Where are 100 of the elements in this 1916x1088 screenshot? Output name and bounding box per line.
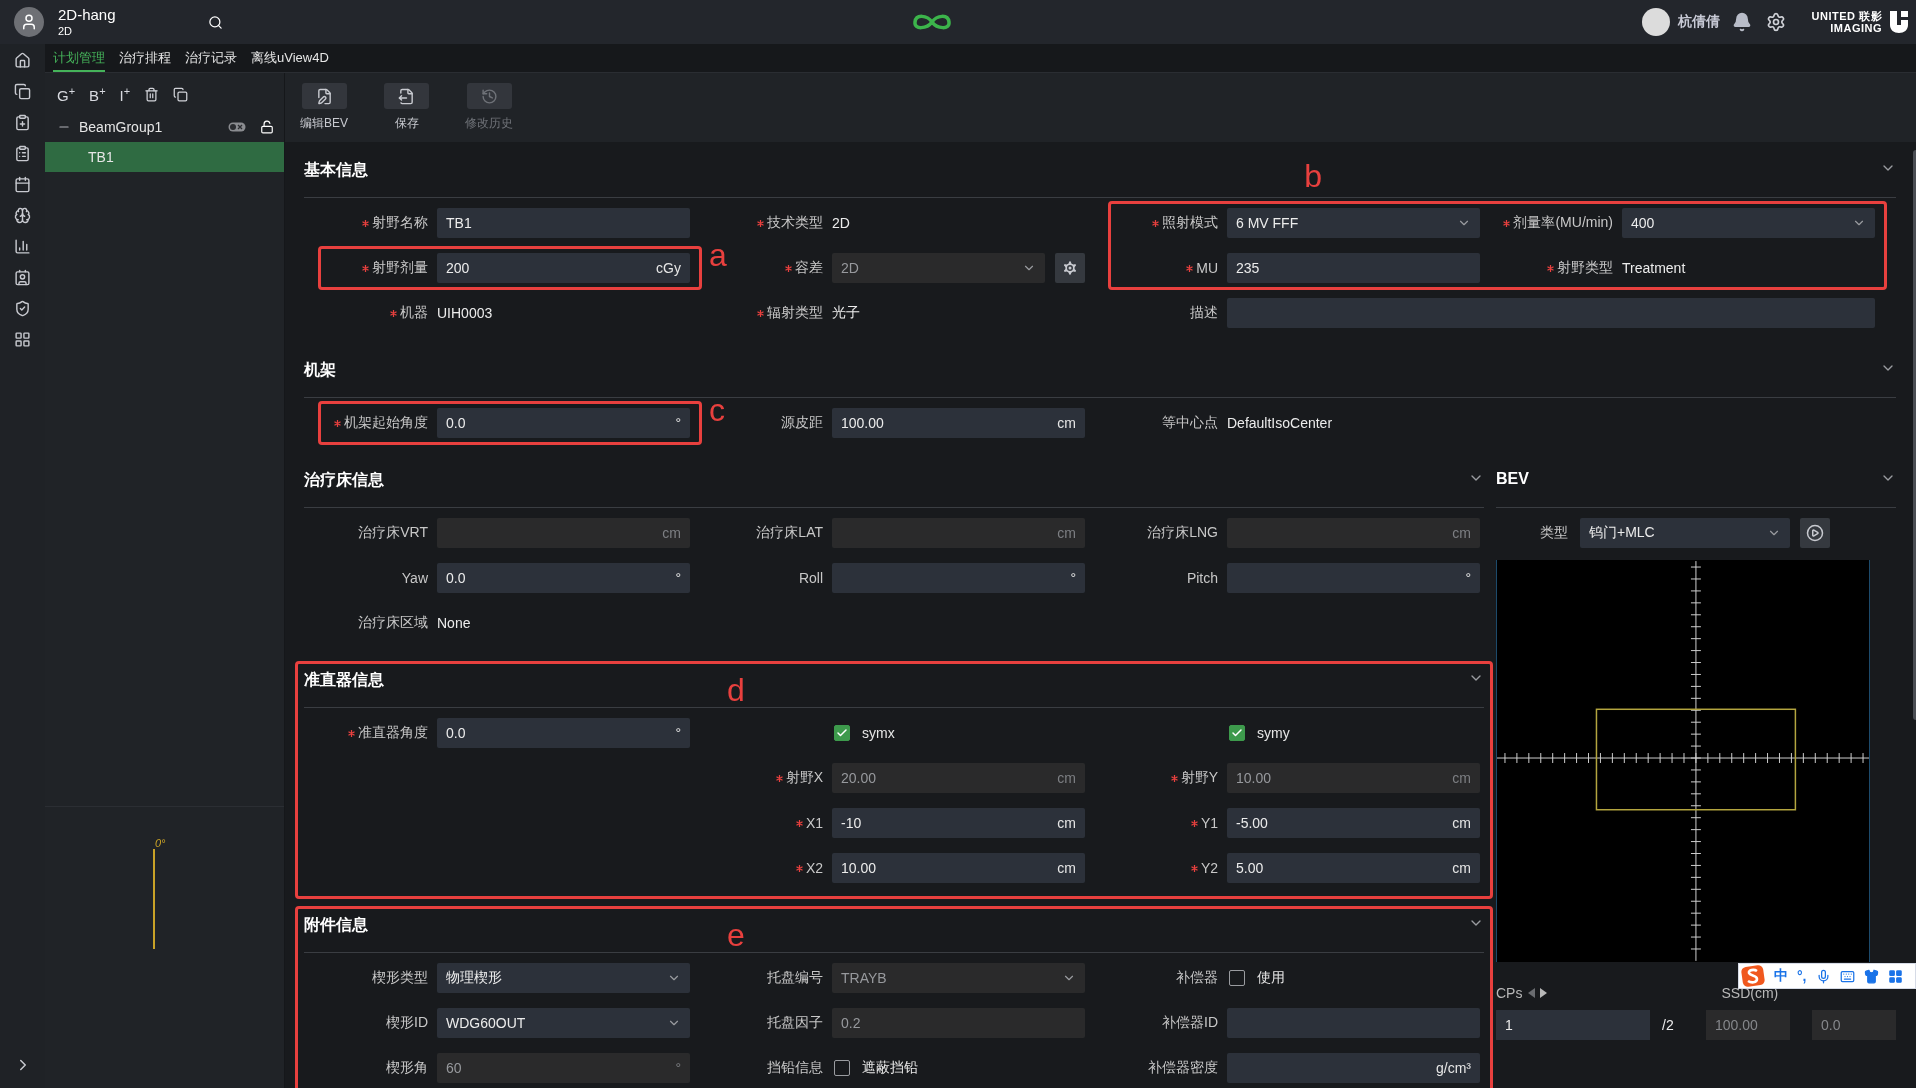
dropdown[interactable]: WDG60OUT: [437, 1008, 690, 1038]
field-label: 补偿器ID: [1162, 1014, 1218, 1032]
field-label: CPs: [1496, 985, 1523, 1001]
check-icon: [836, 727, 848, 739]
field-label: 托盘编号: [767, 969, 823, 987]
toggle-icon[interactable]: [228, 122, 246, 132]
annotation-letter: b: [1304, 160, 1323, 192]
input-field[interactable]: 0.0 °: [437, 563, 690, 593]
clock-icon: [480, 87, 498, 105]
ime-button[interactable]: °,: [1797, 968, 1807, 984]
shirt-icon[interactable]: [1863, 968, 1879, 984]
field-label: 楔形角: [386, 1059, 428, 1077]
input-field[interactable]: TB1: [437, 208, 690, 238]
tab[interactable]: 治疗记录: [185, 44, 237, 72]
input-field[interactable]: -5.00 cm: [1227, 808, 1480, 838]
brain-icon[interactable]: [14, 207, 31, 224]
shield-icon[interactable]: [14, 300, 31, 317]
gantry-line-icon: [153, 849, 155, 949]
input-field[interactable]: 0.0 °: [437, 408, 690, 438]
field-label: X1: [805, 815, 823, 831]
tree-item[interactable]: TB1: [45, 142, 284, 172]
input-field[interactable]: 10.00 cm: [832, 853, 1085, 883]
input-field[interactable]: 0.0: [1812, 1010, 1896, 1040]
input-field[interactable]: [1227, 298, 1875, 328]
annotation-letter: a: [709, 239, 727, 271]
input-field[interactable]: 200 cGy: [437, 253, 690, 283]
input-field[interactable]: 100.00: [1706, 1010, 1790, 1040]
field-label: 治疗床LNG: [1147, 524, 1218, 542]
input-field[interactable]: 100.00 cm: [832, 408, 1085, 438]
check-icon: [1231, 727, 1243, 739]
field-value: 2D: [832, 215, 850, 231]
checkbox-label: symy: [1257, 725, 1290, 741]
checkbox[interactable]: [834, 725, 850, 741]
bell-icon[interactable]: [1731, 12, 1752, 32]
total-count: /2: [1661, 1017, 1675, 1033]
search-icon[interactable]: [208, 14, 223, 30]
input-field[interactable]: [1227, 1008, 1480, 1038]
bar-chart-icon[interactable]: [14, 238, 31, 255]
dropdown[interactable]: 钨门+MLC: [1580, 518, 1790, 548]
field-label: 治疗床LAT: [756, 524, 823, 542]
field-label: 容差: [795, 259, 823, 277]
dropdown[interactable]: 400: [1622, 208, 1875, 238]
contact-card-icon[interactable]: [14, 269, 31, 286]
input-field[interactable]: 1: [1496, 1010, 1650, 1040]
section-title: 基本信息: [304, 160, 368, 180]
field-label: 机架起始角度: [344, 414, 428, 432]
section-title: 机架: [304, 360, 336, 380]
microphone-icon[interactable]: [1815, 968, 1831, 984]
field-label: Y2: [1200, 860, 1218, 876]
dropdown[interactable]: 物理楔形: [437, 963, 690, 993]
next-icon[interactable]: [1540, 988, 1548, 998]
field-label: 准直器角度: [358, 724, 428, 742]
tab[interactable]: 治疗排程: [119, 44, 171, 72]
input-field[interactable]: -10 cm: [832, 808, 1085, 838]
copy-icon[interactable]: [173, 87, 189, 102]
add-button[interactable]: B$^{+}$: [89, 85, 106, 104]
play-button[interactable]: [1800, 518, 1830, 548]
field-label: 楔形ID: [386, 1014, 428, 1032]
tree-item[interactable]: BeamGroup1: [45, 112, 284, 142]
input-field[interactable]: 235: [1227, 253, 1480, 283]
keyboard-icon[interactable]: [1839, 968, 1855, 984]
unlock-icon[interactable]: [260, 120, 274, 134]
home-icon[interactable]: [14, 52, 31, 69]
add-button[interactable]: G$^{+}$: [57, 85, 76, 104]
input-field[interactable]: °: [1227, 563, 1480, 593]
grid-icon[interactable]: [1887, 968, 1903, 984]
annotation-letter: c: [709, 394, 725, 426]
input-field[interactable]: 0.0 °: [437, 718, 690, 748]
checkbox[interactable]: [1229, 970, 1245, 986]
windows-icon[interactable]: [14, 83, 31, 100]
settings-icon[interactable]: [1765, 12, 1786, 32]
calendar-icon[interactable]: [14, 176, 31, 193]
field-label: 楔形类型: [372, 969, 428, 987]
avatar-icon[interactable]: [14, 7, 44, 37]
input-field[interactable]: 5.00 cm: [1227, 853, 1480, 883]
input-field[interactable]: g/cm³: [1227, 1053, 1480, 1083]
field-label: 射野名称: [372, 214, 428, 232]
clipboard-plus-icon[interactable]: [14, 114, 31, 131]
field-label: 射野剂量: [372, 259, 428, 277]
trash-icon[interactable]: [144, 87, 160, 102]
ime-button[interactable]: 中: [1774, 967, 1788, 985]
user-avatar[interactable]: [1641, 8, 1670, 36]
checkbox[interactable]: [1229, 725, 1245, 741]
previous-icon[interactable]: [1528, 988, 1536, 998]
clipboard-list-icon[interactable]: [14, 145, 31, 162]
field-label: Yaw: [401, 570, 428, 586]
dropdown[interactable]: 6 MV FFF: [1227, 208, 1480, 238]
document-arrow-icon: [398, 87, 415, 105]
grid-icon[interactable]: [14, 331, 31, 348]
field-label: Roll: [798, 570, 823, 586]
checkbox[interactable]: [834, 1060, 850, 1076]
input-field[interactable]: °: [832, 563, 1085, 593]
settings-button[interactable]: [1055, 253, 1085, 283]
field-value: DefaultIsoCenter: [1227, 415, 1333, 431]
brand-text: UNITED 联影: [1811, 10, 1882, 22]
add-button[interactable]: I$^{+}$: [119, 85, 131, 104]
annotation-letter: d: [727, 674, 745, 706]
toolbar-button[interactable]: 编辑BEV: [300, 83, 348, 142]
tab[interactable]: 离线uView4D: [251, 44, 329, 72]
toolbar-button[interactable]: 保存: [384, 83, 429, 142]
